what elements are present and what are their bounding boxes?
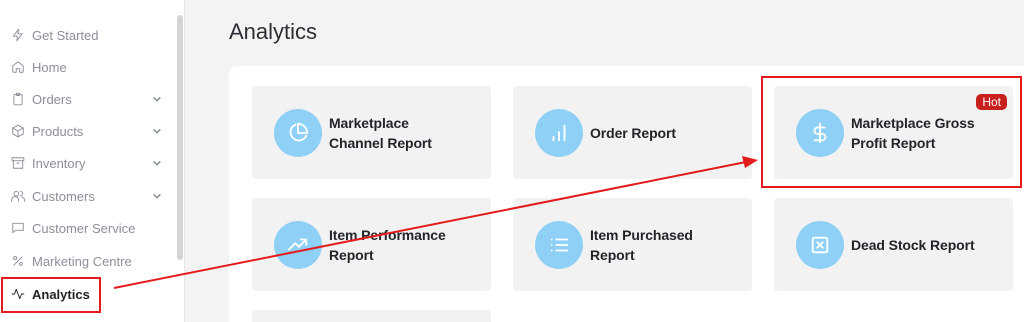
home-icon: [10, 59, 26, 75]
chevron-down-icon[interactable]: [150, 156, 164, 170]
sidebar-item-marketing-centre[interactable]: Marketing Centre: [0, 246, 176, 276]
box-icon: [10, 123, 26, 139]
chat-icon: [10, 220, 26, 236]
card-partial[interactable]: [252, 310, 491, 322]
clipboard-icon: [10, 91, 26, 107]
archive-icon: [10, 155, 26, 171]
sidebar-item-label: Customer Service: [32, 220, 136, 236]
sidebar-item-label: Orders: [32, 91, 72, 107]
card-item-performance-report[interactable]: Item Performance Report: [252, 198, 491, 291]
sidebar-item-label: Get Started: [32, 27, 99, 43]
sidebar-item-inventory[interactable]: Inventory: [0, 148, 176, 178]
chevron-down-icon[interactable]: [150, 92, 164, 106]
chevron-down-icon[interactable]: [150, 124, 164, 138]
trending-up-icon: [274, 220, 322, 269]
x-square-icon: [796, 220, 844, 269]
sidebar-item-customer-service[interactable]: Customer Service: [0, 213, 176, 243]
sidebar-item-home[interactable]: Home: [0, 52, 176, 82]
card-title: Order Report: [590, 124, 676, 141]
page-title: Analytics: [229, 19, 318, 44]
card-title: Item Performance Report: [329, 226, 446, 263]
sidebar: Get Started Home Orders Products Invento…: [0, 0, 185, 322]
users-icon: [10, 188, 26, 204]
bar-chart-icon: [535, 108, 583, 157]
sidebar-item-label: Customers: [32, 188, 95, 204]
sidebar-item-label: Products: [32, 123, 84, 139]
sidebar-item-products[interactable]: Products: [0, 116, 176, 146]
card-title: Dead Stock Report: [851, 236, 975, 253]
bolt-icon: [10, 27, 26, 43]
card-title: Item Purchased Report: [590, 226, 693, 263]
sidebar-scrollbar[interactable]: [177, 15, 183, 260]
card-order-report[interactable]: Order Report: [513, 86, 752, 179]
card-dead-stock-report[interactable]: Dead Stock Report: [774, 198, 1013, 291]
analytics-highlight-box: [1, 277, 101, 313]
sidebar-item-orders[interactable]: Orders: [0, 84, 176, 114]
percent-icon: [10, 253, 26, 269]
pie-chart-icon: [274, 108, 322, 157]
card-marketplace-channel-report[interactable]: Marketplace Channel Report: [252, 86, 491, 179]
gross-profit-highlight-box: [761, 76, 1022, 188]
app-root: Get Started Home Orders Products Invento…: [0, 0, 1024, 322]
sidebar-item-label: Inventory: [32, 155, 86, 171]
sidebar-item-get-started[interactable]: Get Started: [0, 20, 176, 50]
card-item-purchased-report[interactable]: Item Purchased Report: [513, 198, 752, 291]
sidebar-item-customers[interactable]: Customers: [0, 181, 176, 211]
sidebar-item-label: Marketing Centre: [32, 253, 132, 269]
card-title: Marketplace Channel Report: [329, 114, 432, 151]
sidebar-item-label: Home: [32, 59, 67, 75]
list-icon: [535, 220, 583, 269]
chevron-down-icon[interactable]: [150, 189, 164, 203]
